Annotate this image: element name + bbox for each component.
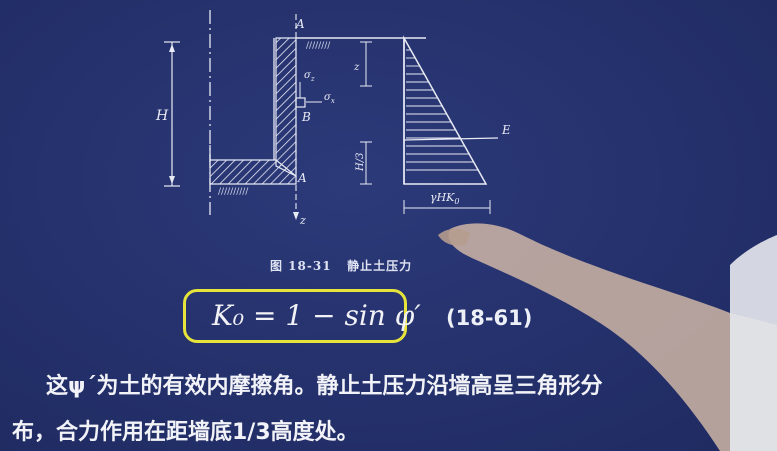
earth-pressure-figure: H //////// ////////// A A z σz σx B z H/…: [155, 10, 510, 227]
label-a-bottom: A: [297, 171, 307, 185]
svg-text:σx: σx: [324, 92, 335, 105]
svg-text://////////: //////////: [218, 187, 249, 197]
wall-stem: [275, 37, 297, 177]
svg-text:////////: ////////: [306, 41, 331, 51]
explanation-line-2: 布，合力作用在距墙底1/3高度处。: [12, 420, 359, 445]
svg-text:H/3: H/3: [355, 153, 366, 172]
soil-element: [295, 97, 306, 108]
svg-text:E0: E0: [501, 123, 510, 139]
formula-k0: K₀ = 1 − sin φ′: [212, 299, 421, 332]
svg-text:γHK0: γHK0: [430, 191, 459, 206]
label-b: B: [301, 110, 311, 124]
lecturer-hand: [438, 223, 777, 451]
figure-caption: 图 18-31 静止土压力: [270, 259, 413, 273]
z-axis-label: z: [299, 214, 306, 227]
h-label: H: [155, 108, 169, 124]
svg-text:σz: σz: [304, 70, 315, 83]
svg-text:z: z: [353, 62, 360, 73]
